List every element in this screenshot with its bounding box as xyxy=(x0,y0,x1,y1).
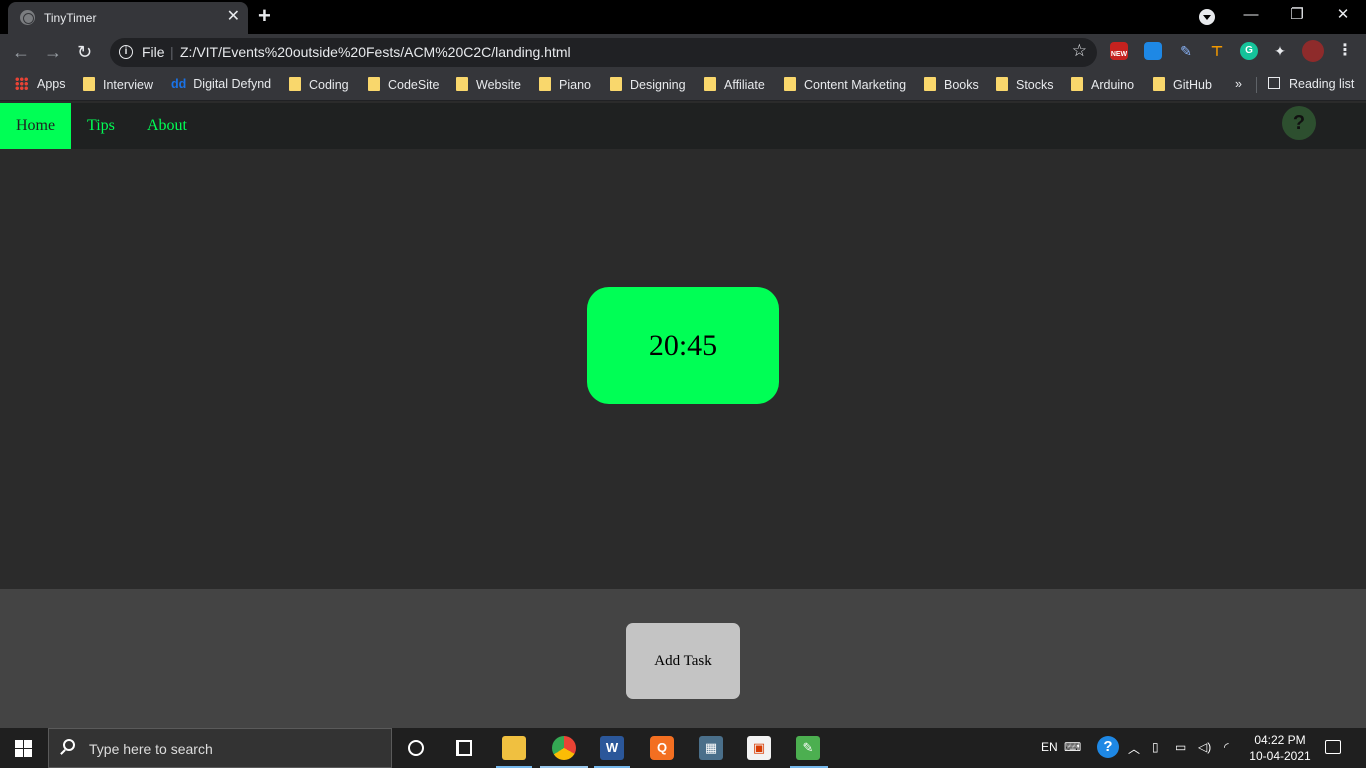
calculator-icon[interactable]: ▦ xyxy=(699,736,723,760)
file-explorer-icon[interactable] xyxy=(502,736,526,760)
store-icon[interactable]: ▣ xyxy=(747,736,771,760)
language-indicator[interactable]: EN xyxy=(1041,740,1058,754)
extension-pen-icon[interactable]: ✎ xyxy=(1177,42,1195,60)
grammarly-icon[interactable]: G xyxy=(1240,42,1258,60)
bookmark-coding[interactable]: Coding xyxy=(289,77,349,92)
folder-icon xyxy=(456,77,468,91)
bookmark-interview[interactable]: Interview xyxy=(83,77,153,92)
bookmark-piano[interactable]: Piano xyxy=(539,77,591,92)
q-app-icon[interactable]: Q xyxy=(650,736,674,760)
reload-icon[interactable]: ↻ xyxy=(77,41,92,63)
folder-icon xyxy=(784,77,796,91)
window-close-button[interactable]: ✕ xyxy=(1320,4,1366,26)
browser-menu-icon[interactable]: ⋮ xyxy=(1336,42,1354,60)
page-content: Home Tips About ? 20:45 Add Task xyxy=(0,101,1366,728)
bookmark-content-marketing[interactable]: Content Marketing xyxy=(784,77,906,92)
folder-icon xyxy=(704,77,716,91)
url-scheme: File xyxy=(142,44,165,60)
folder-icon xyxy=(924,77,936,91)
chrome-icon[interactable] xyxy=(552,736,576,760)
bookmarks-bar: Apps Interview dd Digital Defynd Coding C… xyxy=(0,70,1366,100)
taskbar-search-placeholder: Type here to search xyxy=(89,741,213,757)
keyboard-icon[interactable]: ⌨ xyxy=(1064,740,1081,754)
folder-icon xyxy=(996,77,1008,91)
folder-icon xyxy=(289,77,301,91)
windows-taskbar: Type here to search W Q ▦ ▣ ✎ EN ⌨ ? ︿ ▯… xyxy=(0,728,1366,768)
usb-device-icon[interactable]: ▯ xyxy=(1152,740,1159,754)
reading-list-button[interactable]: Reading list xyxy=(1268,77,1354,91)
forward-arrow-icon[interactable]: → xyxy=(44,41,62,63)
profile-avatar[interactable] xyxy=(1302,40,1324,62)
bookmark-codesite[interactable]: CodeSite xyxy=(368,77,439,92)
reading-list-icon xyxy=(1268,77,1280,89)
url-text[interactable]: Z:/VIT/Events%20outside%20Fests/ACM%20C2… xyxy=(180,44,571,60)
word-icon[interactable]: W xyxy=(600,736,624,760)
battery-icon[interactable]: ▭ xyxy=(1175,740,1186,754)
help-button[interactable]: ? xyxy=(1282,106,1316,140)
folder-icon xyxy=(610,77,622,91)
nav-about-link[interactable]: About xyxy=(131,103,203,149)
folder-icon xyxy=(539,77,551,91)
extension-blue-icon[interactable] xyxy=(1144,42,1162,60)
nav-home-link[interactable]: Home xyxy=(0,103,71,149)
bookmark-stocks[interactable]: Stocks xyxy=(996,77,1054,92)
notepad-chart-icon[interactable]: ✎ xyxy=(796,736,820,760)
timer-section: 20:45 xyxy=(0,149,1366,589)
cortana-icon[interactable] xyxy=(408,740,424,756)
bookmark-affiliate[interactable]: Affiliate xyxy=(704,77,765,92)
task-section: Add Task xyxy=(0,589,1366,728)
bookmark-designing[interactable]: Designing xyxy=(610,77,686,92)
folder-icon xyxy=(83,77,95,91)
app-navbar: Home Tips About ? xyxy=(0,103,1366,149)
add-task-button[interactable]: Add Task xyxy=(626,623,740,699)
bookmark-digital-defynd[interactable]: dd Digital Defynd xyxy=(171,77,271,91)
extensions-puzzle-icon[interactable]: ✦ xyxy=(1271,42,1289,60)
task-view-icon[interactable] xyxy=(456,740,472,756)
timer-display[interactable]: 20:45 xyxy=(587,287,779,404)
url-separator: | xyxy=(170,44,174,60)
extension-tool-icon[interactable]: ⊤ xyxy=(1208,42,1226,60)
tab-close-icon[interactable]: ✕ xyxy=(227,8,240,26)
address-bar[interactable]: i File | Z:/VIT/Events%20outside%20Fests… xyxy=(110,38,1097,67)
bookmark-github[interactable]: GitHub xyxy=(1153,77,1212,92)
minimize-button[interactable]: — xyxy=(1228,4,1274,26)
tab-search-icon[interactable] xyxy=(1199,9,1215,25)
nav-tips-link[interactable]: Tips xyxy=(71,103,131,149)
clock-time: 04:22 PM xyxy=(1254,733,1306,747)
site-info-icon[interactable]: i xyxy=(119,45,133,59)
folder-icon xyxy=(368,77,380,91)
dd-logo-icon: dd xyxy=(171,77,187,91)
bookmarks-divider xyxy=(1256,77,1257,93)
bookmark-arduino[interactable]: Arduino xyxy=(1071,77,1134,92)
bookmark-books[interactable]: Books xyxy=(924,77,979,92)
extension-new-icon[interactable]: NEW xyxy=(1110,42,1128,60)
browser-tab[interactable]: TinyTimer ✕ xyxy=(8,2,248,34)
bookmark-apps[interactable]: Apps xyxy=(15,77,66,91)
wifi-icon[interactable]: ◜ xyxy=(1224,740,1229,754)
restore-button[interactable]: ❐ xyxy=(1274,4,1320,26)
tab-title: TinyTimer xyxy=(44,11,97,25)
browser-toolbar: ← → ↻ i File | Z:/VIT/Events%20outside%2… xyxy=(0,34,1366,70)
back-arrow-icon[interactable]: ← xyxy=(12,41,30,63)
more-bookmarks-chevron-icon[interactable]: » xyxy=(1235,77,1242,91)
help-tray-icon[interactable]: ? xyxy=(1097,736,1119,758)
search-icon xyxy=(63,739,75,751)
bookmark-star-icon[interactable]: ☆ xyxy=(1072,41,1087,61)
windows-start-icon[interactable] xyxy=(15,740,32,757)
notification-center-icon[interactable] xyxy=(1325,740,1341,754)
globe-icon xyxy=(20,10,35,25)
volume-icon[interactable]: ◁) xyxy=(1198,740,1211,754)
taskbar-search-box[interactable]: Type here to search xyxy=(48,728,392,768)
browser-tab-strip: TinyTimer ✕ + — ❐ ✕ xyxy=(0,0,1366,34)
folder-icon xyxy=(1071,77,1083,91)
apps-grid-icon xyxy=(15,77,28,90)
clock-date: 10-04-2021 xyxy=(1249,749,1311,763)
folder-icon xyxy=(1153,77,1165,91)
taskbar-clock[interactable]: 04:22 PM 10-04-2021 xyxy=(1240,732,1320,764)
bookmark-website[interactable]: Website xyxy=(456,77,521,92)
new-tab-button[interactable]: + xyxy=(258,4,271,28)
show-hidden-icons-chevron-icon[interactable]: ︿ xyxy=(1128,740,1140,757)
